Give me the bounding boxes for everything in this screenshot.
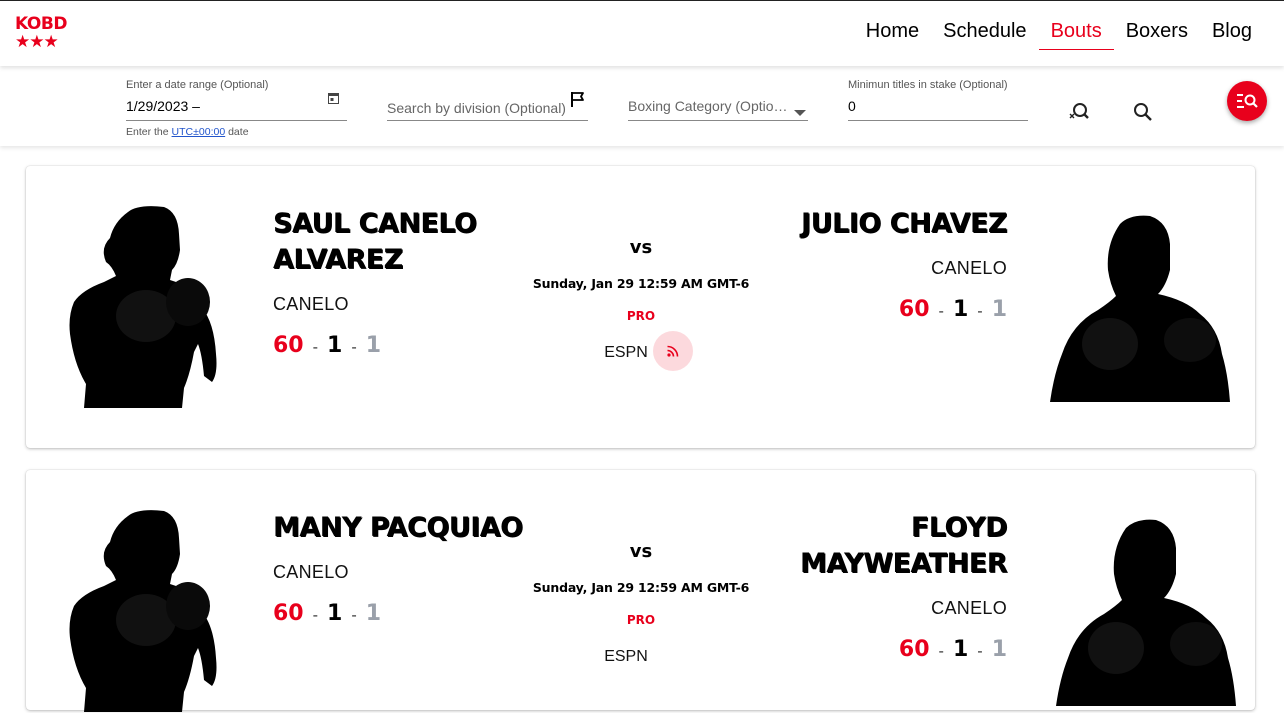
boxing-category-select[interactable]: Boxing Category (Optional) [628,88,808,121]
min-titles-label: Minimun titles in stake (Optional) [848,79,1008,91]
rss-feed-icon [667,345,679,357]
chevron-down-icon [794,103,806,121]
bout-card[interactable]: MANY PACQUIAO CANELO 60 - 1 - 1 vs Sunda… [26,470,1255,712]
manage-search-icon [1237,94,1258,108]
record-wins: 60 [898,297,930,322]
boxing-category-placeholder: Boxing Category (Optional) [628,98,790,114]
right-boxer-nickname: CANELO [931,258,1007,278]
vs-label: vs [629,237,653,258]
record-separator: - [351,606,357,624]
record-losses: 1 [952,297,969,322]
broadcast-network: ESPN [604,648,648,665]
record-draws: 1 [991,637,1007,662]
boxer-silhouette-image [69,510,217,712]
min-titles-field[interactable]: Minimun titles in stake (Optional) 0 [848,79,1028,121]
record-losses: 1 [952,637,969,662]
left-boxer-name-line2[interactable]: ALVAREZ [273,242,403,278]
date-hint: Enter the UTC±00:00 date [126,126,249,138]
record-wins: 60 [898,637,930,662]
kobd-logo[interactable]: KOBD ★★★ [15,14,67,56]
bout-type-badge: PRO [626,613,656,627]
live-feed-button[interactable] [653,331,693,371]
vs-label: vs [629,541,653,562]
search-off-icon [1069,103,1089,119]
main-nav: Home Schedule Bouts Boxers Blog [854,18,1264,50]
record-separator: - [312,606,319,624]
nav-blog[interactable]: Blog [1200,18,1264,50]
left-boxer-nickname: CANELO [273,294,349,314]
right-boxer-name-line2[interactable]: MAYWEATHER [800,546,1008,582]
logo-stars: ★★★ [15,32,59,51]
date-range-field[interactable]: Enter a date range (Optional) 1/29/2023 … [126,79,347,121]
record-losses: 1 [327,601,343,626]
record-separator: - [977,642,983,660]
record-draws: 1 [991,297,1007,322]
right-boxer-record: 60 - 1 - 1 [899,637,1007,662]
left-boxer-name-line1[interactable]: MANY PACQUIAO [273,510,523,546]
boxer-silhouette-image [69,206,217,408]
bout-date: Sunday, Jan 29 12:59 AM GMT-6 [532,580,750,595]
bout-card[interactable]: SAUL CANELO ALVAREZ CANELO 60 - 1 - 1 vs… [26,166,1255,448]
right-boxer-name-line1[interactable]: JULIO CHAVEZ [801,206,1007,242]
record-wins: 60 [273,333,304,358]
flag-icon [570,91,586,113]
logo-text: KOBD [15,14,67,34]
record-separator: - [351,338,357,356]
search-button[interactable] [1128,97,1158,127]
record-draws: 1 [365,333,382,358]
right-boxer-name-line1[interactable]: FLOYD [911,510,1008,546]
search-icon [1134,103,1152,121]
division-search-field[interactable]: Search by division (Optional) [387,88,588,121]
record-wins: 60 [273,601,304,626]
filter-bar: Enter a date range (Optional) 1/29/2023 … [0,66,1284,146]
advanced-search-fab[interactable] [1227,81,1267,121]
date-range-value[interactable]: 1/29/2023 – [126,98,200,114]
record-separator: - [938,642,944,660]
record-separator: - [977,302,983,320]
date-range-label: Enter a date range (Optional) [126,79,269,91]
clear-search-button[interactable] [1063,97,1093,127]
record-separator: - [938,302,944,320]
record-separator: - [312,338,319,356]
left-boxer-name-line1[interactable]: SAUL CANELO [273,206,477,242]
bout-date: Sunday, Jan 29 12:59 AM GMT-6 [532,276,750,291]
top-app-bar: KOBD ★★★ Home Schedule Bouts Boxers Blog [0,0,1284,66]
nav-bouts[interactable]: Bouts [1038,18,1114,50]
nav-home[interactable]: Home [854,18,931,50]
hint-suffix: date [228,126,249,138]
nav-boxers[interactable]: Boxers [1114,18,1200,50]
calendar-icon[interactable] [328,91,339,109]
record-draws: 1 [365,601,382,626]
boxer-silhouette-image [1050,215,1230,402]
division-search-placeholder: Search by division (Optional) [387,100,566,116]
record-losses: 1 [327,333,343,358]
left-boxer-nickname: CANELO [273,562,349,582]
broadcast-network: ESPN [604,344,648,361]
bout-type-badge: PRO [626,309,656,323]
boxer-silhouette-image [1056,519,1236,706]
right-boxer-nickname: CANELO [931,598,1007,618]
right-boxer-record: 60 - 1 - 1 [899,297,1007,322]
utc-link[interactable]: UTC±00:00 [172,126,226,138]
min-titles-value[interactable]: 0 [848,98,856,114]
left-boxer-record: 60 - 1 - 1 [273,601,381,626]
nav-schedule[interactable]: Schedule [931,18,1038,50]
left-boxer-record: 60 - 1 - 1 [273,333,381,358]
hint-prefix: Enter the [126,126,169,138]
